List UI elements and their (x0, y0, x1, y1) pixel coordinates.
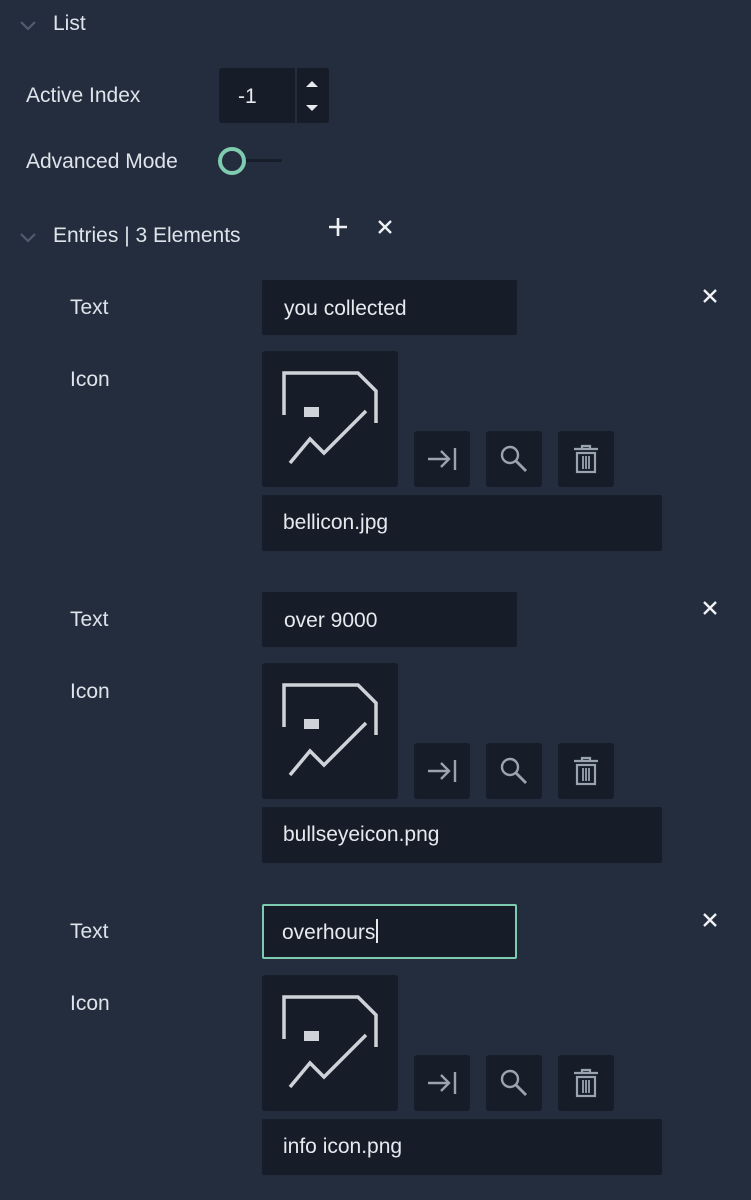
delete-asset-trash-icon[interactable] (558, 743, 614, 799)
entry-text-label: Text (70, 608, 109, 631)
text-caret (376, 919, 379, 943)
add-entry-plus-icon[interactable] (325, 214, 351, 240)
image-placeholder-icon (282, 371, 378, 465)
icon-filename-field[interactable]: bullseyeicon.png (262, 807, 662, 863)
icon-filename-value: bullseyeicon.png (283, 823, 440, 846)
advanced-mode-toggle[interactable] (218, 147, 246, 175)
entry-icon-label: Icon (70, 680, 110, 703)
remove-entry-close-icon[interactable] (699, 285, 721, 307)
entry-text-value: over 9000 (284, 609, 378, 632)
icon-preview-thumbnail[interactable] (262, 975, 398, 1111)
entry-text-value: overhours (282, 921, 376, 944)
active-index-label: Active Index (26, 84, 141, 107)
entry-text-value: you collected (284, 297, 407, 320)
list-section-title: List (53, 12, 86, 35)
delete-asset-trash-icon[interactable] (558, 431, 614, 487)
active-index-stepper[interactable]: -1 (219, 68, 329, 123)
clear-entries-close-icon[interactable] (374, 216, 396, 238)
stepper-up-arrow-icon[interactable] (303, 76, 321, 92)
remove-entry-close-icon[interactable] (699, 909, 721, 931)
icon-filename-field[interactable]: bellicon.jpg (262, 495, 662, 551)
entries-collapse-chevron-icon[interactable] (18, 230, 38, 244)
icon-preview-thumbnail[interactable] (262, 663, 398, 799)
icon-preview-thumbnail[interactable] (262, 351, 398, 487)
icon-filename-value: info icon.png (283, 1135, 403, 1158)
delete-asset-trash-icon[interactable] (558, 1055, 614, 1111)
icon-filename-field[interactable]: info icon.png (262, 1119, 662, 1175)
entry-text-field[interactable]: over 9000 (262, 592, 517, 647)
entry-text-label: Text (70, 920, 109, 943)
remove-entry-close-icon[interactable] (699, 597, 721, 619)
assign-asset-arrow-icon[interactable] (414, 1055, 470, 1111)
list-collapse-chevron-icon[interactable] (18, 18, 38, 32)
advanced-mode-toggle-track[interactable] (242, 159, 282, 162)
browse-asset-search-icon[interactable] (486, 431, 542, 487)
entries-section-title: Entries | 3 Elements (53, 224, 241, 247)
entry-text-label: Text (70, 296, 109, 319)
stepper-down-arrow-icon[interactable] (303, 100, 321, 116)
stepper-divider (295, 68, 297, 123)
image-placeholder-icon (282, 683, 378, 777)
icon-filename-value: bellicon.jpg (283, 511, 389, 534)
entry-text-field-focused[interactable]: overhours (262, 904, 517, 959)
assign-asset-arrow-icon[interactable] (414, 743, 470, 799)
entry-icon-label: Icon (70, 368, 110, 391)
browse-asset-search-icon[interactable] (486, 1055, 542, 1111)
entry-icon-label: Icon (70, 992, 110, 1015)
browse-asset-search-icon[interactable] (486, 743, 542, 799)
image-placeholder-icon (282, 995, 378, 1089)
advanced-mode-label: Advanced Mode (26, 150, 178, 173)
active-index-value[interactable]: -1 (238, 85, 257, 109)
entry-text-field[interactable]: you collected (262, 280, 517, 335)
assign-asset-arrow-icon[interactable] (414, 431, 470, 487)
